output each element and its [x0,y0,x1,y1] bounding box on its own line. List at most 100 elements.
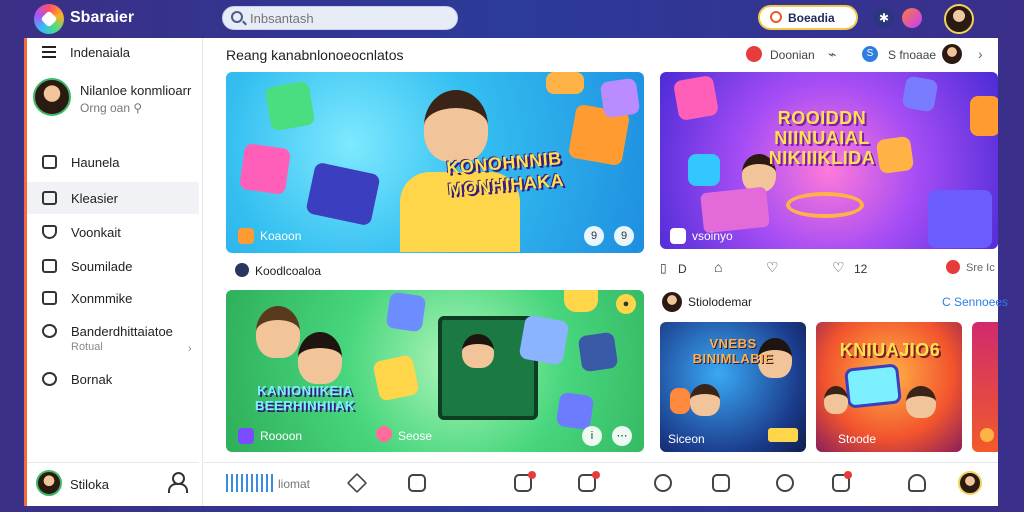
game-icon [577,331,619,373]
heart-icon[interactable]: ♡ [766,259,779,276]
s-icon[interactable]: S [862,46,878,62]
search-input[interactable] [250,8,450,28]
sidebar-item-label: Xonmmike [71,291,133,306]
game-icon [672,74,720,122]
video-tile[interactable] [972,322,998,452]
library-icon [42,291,57,305]
channel-icon [238,228,254,244]
sidebar-item-home[interactable]: Haunela [27,146,199,178]
card-more-button[interactable]: ⋯ [612,426,632,446]
like-count: 12 [854,262,868,276]
game-icon [546,72,584,94]
character-image [690,384,720,416]
compass-icon[interactable] [776,474,794,492]
stat-label: Sre Ic [966,262,995,274]
game-icon [264,80,316,132]
sidebar-item-messages[interactable]: Banderdhittaiatoe Rotual [27,315,199,357]
treasure-box [700,186,770,234]
user-avatar[interactable] [958,471,982,495]
channel-avatar[interactable] [662,292,682,312]
ring-decoration [786,192,864,218]
gear-icon [42,372,57,386]
chevron-right-icon[interactable]: › [978,46,983,62]
footer-avatar[interactable] [36,470,62,496]
section-title: Reang kanabnlonoeocnlatos [226,47,404,63]
game-icon [970,96,998,136]
tablet-icon [305,161,381,227]
character-image [424,90,488,162]
extensions-icon[interactable]: ✱ [874,8,894,28]
top-bar [0,0,1024,38]
tile-title: VNEBS BINIMLABIE [692,336,774,366]
character-image [824,386,848,414]
rewards-icon[interactable] [902,8,922,28]
sidebar-item-sublabel: Rotual [71,341,103,353]
cta-search-icon [770,11,782,23]
image-icon[interactable]: ⌂ [714,259,722,275]
search-icon [231,11,243,23]
sidebar-item-explore[interactable]: Kleasier [27,182,199,214]
library-icon[interactable] [408,474,426,492]
emoji-icon[interactable] [654,474,672,492]
user-icon[interactable] [168,472,188,493]
profile-name: Nilanloe konmlioarr [80,83,192,98]
game-icon [844,363,902,409]
channel-icon [235,263,249,277]
app-title: Sbaraier [70,9,135,26]
tile-title: KNIUAJIO6 [839,340,941,360]
card-tag: vsoinyo [692,229,733,243]
save-icon[interactable]: ▯ [660,261,667,275]
menu-icon[interactable] [42,46,56,58]
card-badge: ● [616,294,636,314]
notification-dot [844,471,852,479]
channel-icon [376,426,392,442]
game-icon [372,354,420,402]
heart-icon[interactable]: ♡ [832,259,845,276]
gamepad-icon[interactable] [712,474,730,492]
card-tag: Roooon [260,429,303,443]
chat-icon [42,324,57,338]
card-like-button[interactable]: 9 [584,226,604,246]
channel-icon [670,228,686,244]
sidebar-item-library[interactable]: Xonmmike [27,282,199,314]
divider [27,462,199,463]
app-logo-icon[interactable] [34,4,64,34]
header-s-label[interactable]: S fnoaae [888,48,936,62]
sidebar-item-settings[interactable]: Bornak [27,363,199,395]
game-icon [239,143,291,195]
card-tag: Koaoon [260,229,302,243]
game-icon [928,190,992,248]
subscriptions-icon [42,259,57,273]
stat-count: D [678,262,687,276]
game-icon [670,388,690,414]
sidebar-item-label: Haunela [71,155,120,170]
card-info-button[interactable]: i [582,426,602,446]
notification-dot [592,471,600,479]
sidebar-title: Indenaiala [70,45,130,60]
tile-label: Siceon [668,432,705,446]
user-avatar[interactable] [944,4,974,34]
card-share-button[interactable]: 9 [614,226,634,246]
game-icon [599,77,641,119]
sidebar-item-subscriptions[interactable]: Soumilade [27,250,199,282]
game-icon [564,290,598,312]
user-icon[interactable] [908,474,926,492]
game-icon [688,154,720,186]
chevron-right-icon[interactable]: › [188,343,192,355]
share-icon[interactable]: ⌁ [828,46,836,63]
profile-avatar[interactable] [33,78,71,116]
record-icon[interactable] [946,260,960,274]
header-avatar[interactable] [942,44,962,64]
side-section-link[interactable]: C Sennoees [942,295,1008,309]
sidebar-item-shield[interactable]: Voonkait [27,216,199,248]
sidebar-item-label: Bornak [71,372,113,387]
featured-card[interactable]: Roooon Seose i ⋯ ● [226,290,644,452]
channel-name[interactable]: Koodlcoaloa [255,264,321,278]
audio-bars-icon[interactable] [226,474,274,492]
notification-dot [528,471,536,479]
header-alert-label[interactable]: Doonian [770,48,815,62]
alert-icon[interactable] [746,46,762,62]
card-title: KANIONIIKEIA BEERHINHIIAK [255,383,355,413]
home-icon [42,155,57,169]
side-section-title: Stiolodemar [688,295,753,309]
